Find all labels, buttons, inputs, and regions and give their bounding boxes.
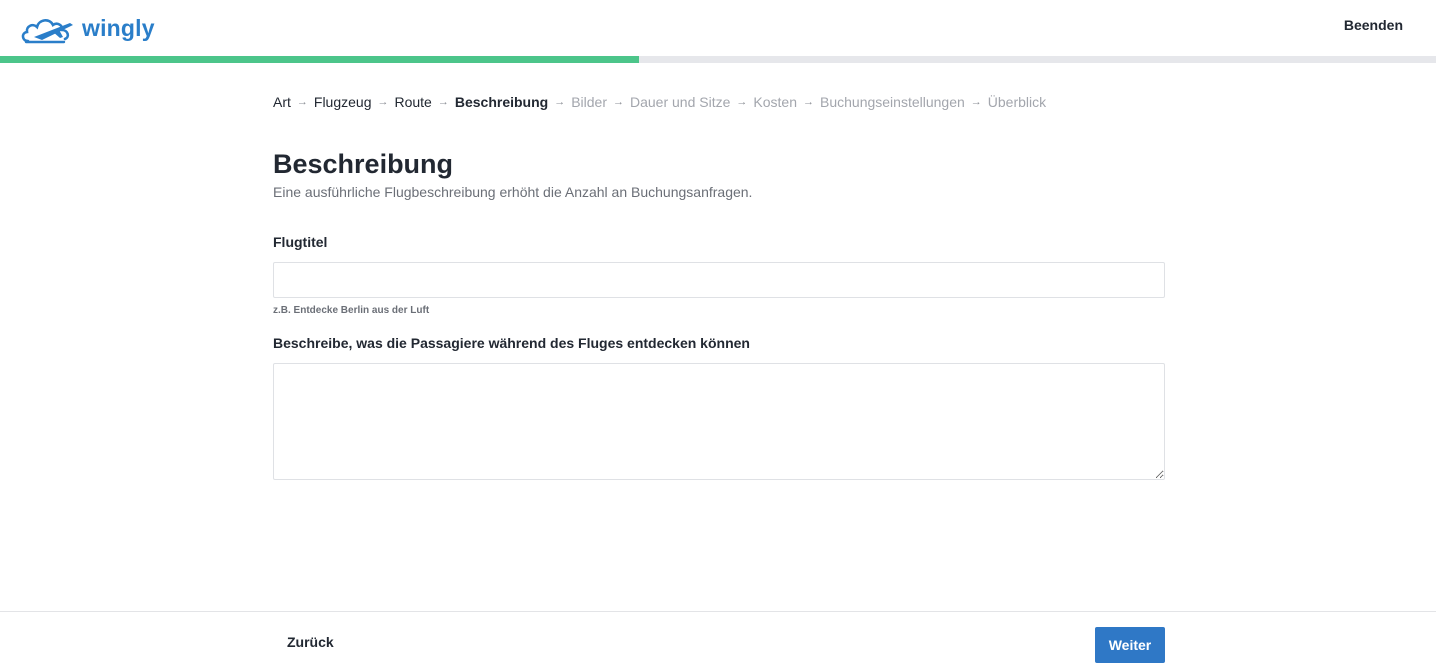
flight-title-hint: z.B. Entdecke Berlin aus der Luft [273,305,430,316]
breadcrumb-step: Bilder [571,94,607,110]
arrow-right-icon: → [554,96,566,108]
arrow-right-icon: → [437,96,449,108]
breadcrumb-step: Buchungseinstellungen [820,94,965,110]
breadcrumb-step[interactable]: Route [394,94,431,110]
breadcrumb-step: Beschreibung [454,94,549,110]
flight-title-label: Flugtitel [273,234,328,250]
flight-title-input[interactable] [273,262,1165,298]
footer-bar: Zurück Weiter [0,611,1436,672]
top-bar: wingly Beenden [0,0,1436,56]
progress-fill [0,56,640,63]
page-title: Beschreibung [273,149,454,179]
arrow-right-icon: → [803,96,814,108]
cloud-plane-logo-icon [21,19,73,44]
arrow-right-icon: → [296,96,308,108]
breadcrumb: Art → Flugzeug → Route → Beschreibung → Bilder → D… [273,92,1165,112]
breadcrumb-step: Dauer und Sitze [630,94,731,110]
exit-button[interactable]: Beenden [1344,17,1403,33]
page-subtitle: Eine ausführliche Flugbeschreibung erhöh… [273,184,753,200]
breadcrumb-step[interactable]: Flugzeug [314,94,372,110]
back-button[interactable]: Zurück [287,634,334,650]
breadcrumb-step: Überblick [987,94,1047,110]
brand-name: wingly [82,14,155,41]
progress-bar [0,56,1436,63]
arrow-right-icon: → [736,96,748,108]
arrow-right-icon: → [613,96,624,108]
description-label: Beschreibe, was die Passagiere während d… [273,335,750,351]
next-button[interactable]: Weiter [1095,627,1165,663]
arrow-right-icon: → [970,96,982,108]
arrow-right-icon: → [377,96,389,108]
description-textarea[interactable] [273,363,1165,480]
breadcrumb-step[interactable]: Art [273,94,291,110]
breadcrumb-step: Kosten [753,94,797,110]
wingly-logo[interactable]: wingly [20,10,155,46]
main-content: Art → Flugzeug → Route → Beschreibung → Bilder → D… [273,92,1165,480]
